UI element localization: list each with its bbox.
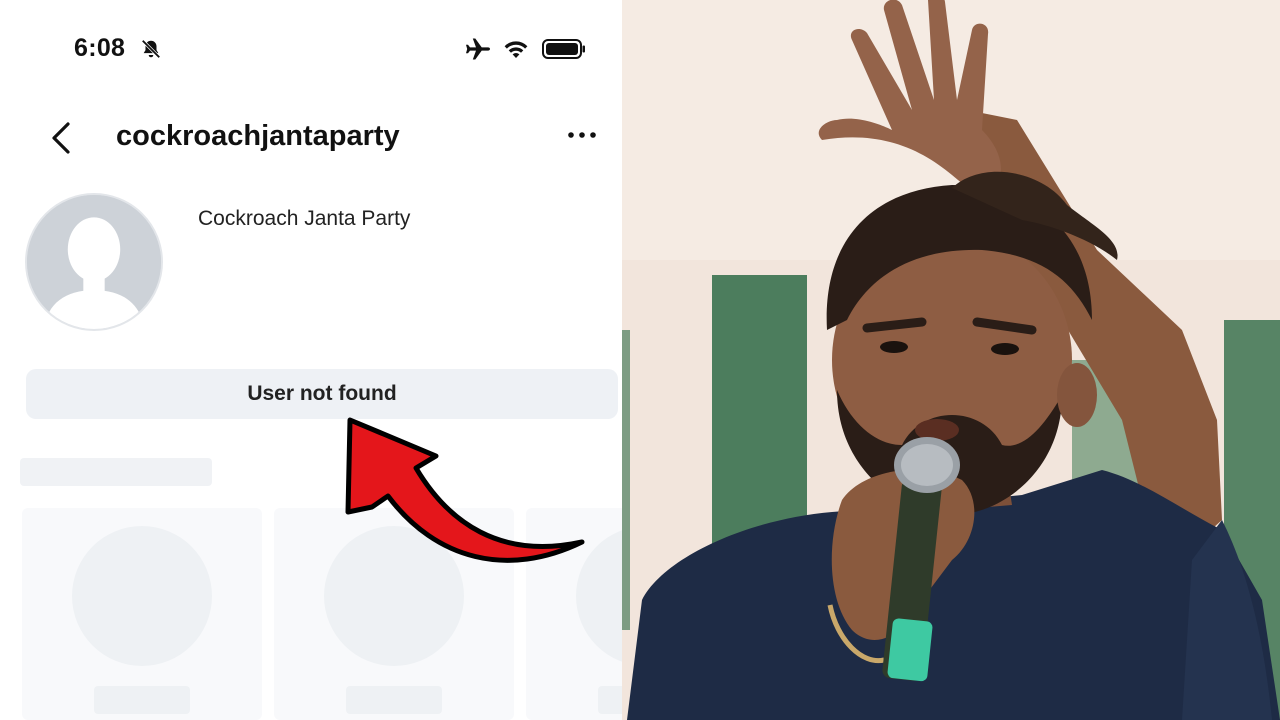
wifi-icon [504,41,528,58]
skeleton-label-bar [94,686,190,714]
chevron-left-icon[interactable] [46,120,76,156]
man-speaking-with-microphone-photo [622,0,1280,720]
more-horizontal-icon[interactable] [566,126,598,144]
skeleton-placeholder-line [20,458,212,486]
skeleton-card [22,508,262,720]
skeleton-label-bar [346,686,442,714]
bell-slash-icon [141,39,161,59]
skeleton-avatar-circle [72,526,212,666]
profile-screen: 6:08 cockroachjantaparty Cockroach Janta… [0,0,622,720]
status-time: 6:08 [74,34,126,62]
speaker-photo [622,0,1280,720]
username-title: cockroachjantaparty [116,120,400,152]
airplane-icon [466,38,490,60]
profile-display-name: Cockroach Janta Party [198,207,411,230]
status-bar: 6:08 [0,0,622,100]
skeleton-label-bar [598,686,622,714]
avatar [25,193,163,331]
battery-icon [542,39,585,59]
default-avatar-icon [27,195,161,329]
user-not-found-text: User not found [247,382,397,405]
curved-arrow-icon [345,417,585,563]
profile-header: cockroachjantaparty [0,110,622,166]
